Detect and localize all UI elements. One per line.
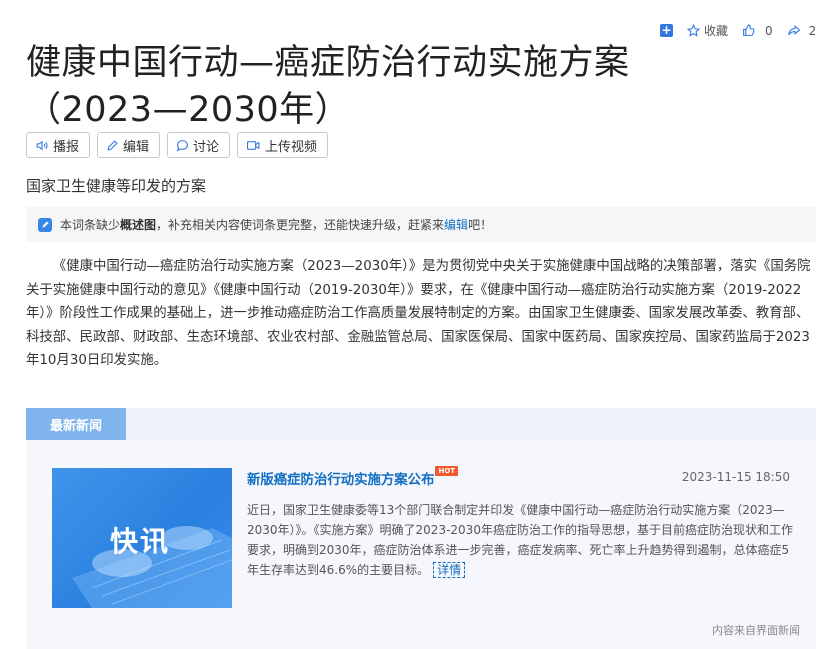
news-summary-text: 近日，国家卫生健康委等13个部门联合制定并印发《健康中国行动—癌症防治行动实施方… bbox=[247, 503, 793, 577]
news-tab[interactable]: 最新新闻 bbox=[26, 408, 126, 440]
notice-suffix: 吧！ bbox=[468, 218, 493, 232]
thumbnail-caption: 快讯 bbox=[110, 525, 171, 558]
edit-notice-icon bbox=[38, 217, 52, 232]
hot-badge: HOT bbox=[435, 466, 459, 476]
news-thumbnail[interactable]: 快讯 bbox=[52, 468, 232, 608]
share-icon bbox=[787, 24, 800, 36]
news-headline[interactable]: 新版癌症防治行动实施方案公布HOT bbox=[247, 466, 459, 488]
like-count: 0 bbox=[765, 23, 773, 38]
discuss-button[interactable]: 讨论 bbox=[167, 132, 231, 158]
top-toolbar: + 收藏 0 2 bbox=[660, 22, 839, 39]
news-tab-bar bbox=[126, 408, 816, 440]
chat-bubble-icon bbox=[176, 139, 188, 151]
thumbs-up-icon bbox=[743, 24, 755, 36]
discuss-label: 讨论 bbox=[193, 139, 220, 155]
news-source: 内容来自界面新闻 bbox=[712, 624, 800, 637]
notice-middle: ，补充相关内容使词条更完整，还能快速升级，赶紧来 bbox=[156, 218, 445, 232]
star-icon bbox=[687, 24, 700, 37]
video-camera-icon bbox=[247, 140, 260, 150]
speaker-icon bbox=[36, 140, 48, 150]
collect-button[interactable]: 收藏 bbox=[687, 22, 728, 39]
edit-button[interactable]: 编辑 bbox=[97, 132, 161, 158]
missing-image-notice: 本词条缺少 概述图 ，补充相关内容使词条更完整，还能快速升级，赶紧来 编辑 吧！ bbox=[26, 207, 816, 242]
upload-video-button[interactable]: 上传视频 bbox=[237, 132, 329, 158]
notice-prefix: 本词条缺少 bbox=[60, 218, 121, 232]
action-bar: 播报 编辑 讨论 上传视频 bbox=[26, 132, 335, 158]
broadcast-button[interactable]: 播报 bbox=[26, 132, 91, 158]
news-summary: 近日，国家卫生健康委等13个部门联合制定并印发《健康中国行动—癌症防治行动实施方… bbox=[247, 500, 795, 580]
add-icon[interactable]: + bbox=[660, 24, 673, 37]
share-count: 2 bbox=[808, 23, 817, 38]
notice-edit-link[interactable]: 编辑 bbox=[444, 216, 468, 233]
notice-bold: 概述图 bbox=[120, 218, 157, 232]
broadcast-label: 播报 bbox=[53, 139, 80, 155]
like-button[interactable]: 0 bbox=[742, 24, 773, 38]
news-date: 2023-11-15 18:50 bbox=[681, 470, 790, 484]
collect-label: 收藏 bbox=[704, 24, 729, 38]
upload-video-label: 上传视频 bbox=[265, 139, 318, 155]
page-title: 健康中国行动—癌症防治行动实施方案（2023—2030年） bbox=[26, 43, 630, 130]
edit-label: 编辑 bbox=[123, 139, 150, 155]
page-subtitle: 国家卫生健康等印发的方案 bbox=[26, 177, 207, 195]
intro-paragraph: 《健康中国行动—癌症防治行动实施方案（2023—2030年）》是为贯彻党中央关于… bbox=[26, 259, 811, 368]
latest-news-section: 最新新闻 快讯 新版癌症防治行动实施方案公布HOT 2023-11-15 18:… bbox=[26, 408, 816, 649]
news-headline-text[interactable]: 新版癌症防治行动实施方案公布 bbox=[247, 473, 434, 488]
pencil-icon bbox=[107, 139, 118, 151]
news-detail-link[interactable]: 详情 bbox=[433, 562, 466, 578]
share-button[interactable]: 2 bbox=[787, 23, 817, 38]
